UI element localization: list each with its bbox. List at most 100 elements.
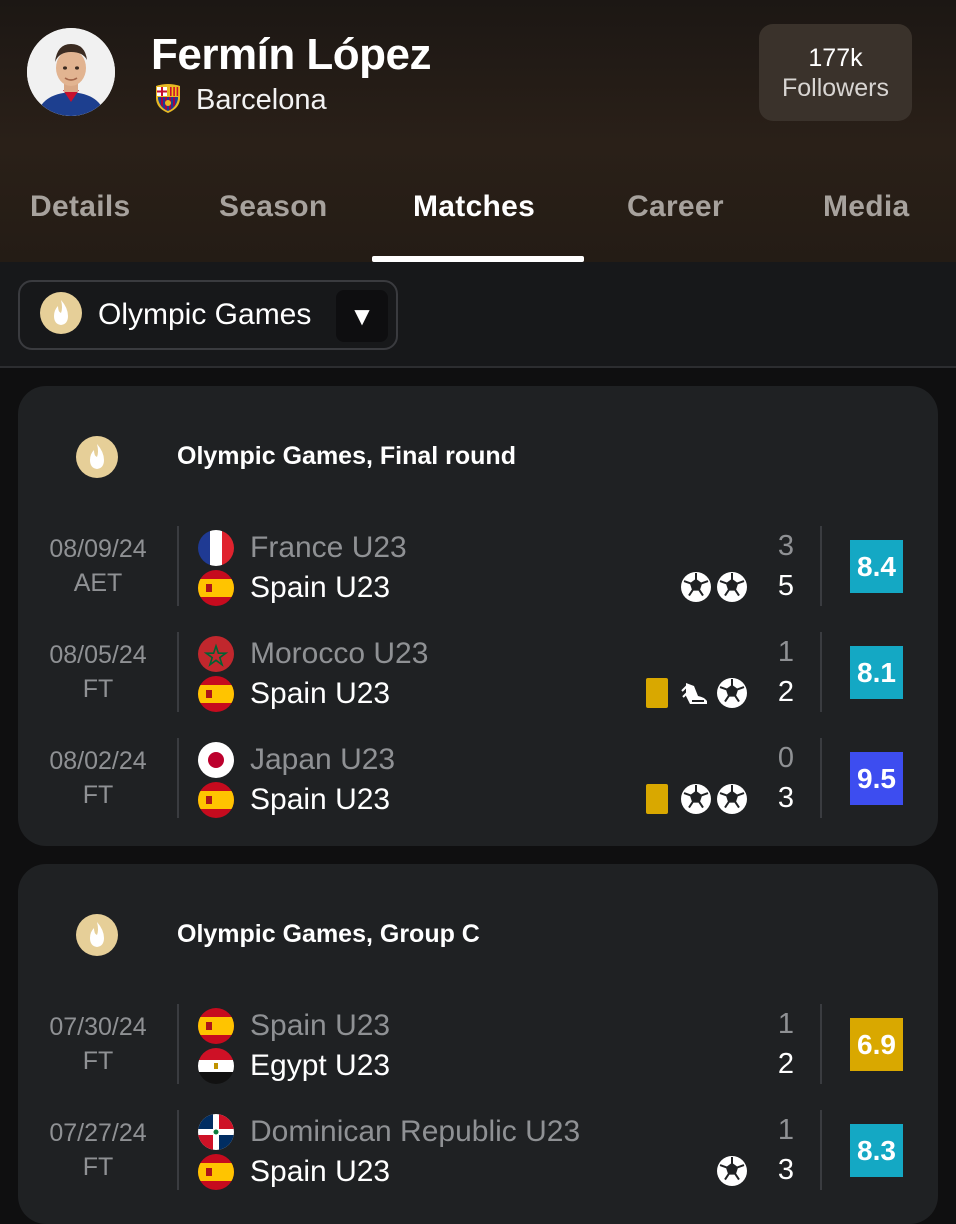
home-score: 3	[777, 530, 795, 562]
player-events	[646, 676, 748, 710]
divider	[820, 1004, 822, 1084]
home-team: Japan U23	[198, 740, 395, 780]
away-team-name: Egypt U23	[250, 1049, 391, 1082]
away-score: 3	[777, 1154, 795, 1186]
tab-season[interactable]: Season	[219, 190, 328, 224]
player-rating: 6.9	[850, 1018, 903, 1071]
away-score: 5	[777, 570, 795, 602]
match-row[interactable]: 07/27/24 FT Dominican Republic U23 Spain…	[18, 1110, 938, 1216]
spain-flag-icon	[198, 1154, 234, 1190]
player-rating: 8.3	[850, 1124, 903, 1177]
tab-career[interactable]: Career	[627, 190, 724, 224]
goal-ball-icon	[717, 678, 747, 708]
away-team: Egypt U23	[198, 1046, 390, 1086]
match-row[interactable]: 07/30/24 FT Spain U23 Egypt U23 1 2 6.9	[18, 1004, 938, 1110]
divider	[820, 526, 822, 606]
home-score: 0	[777, 742, 795, 774]
match-date: 08/02/24	[49, 747, 147, 775]
yellow-card-icon	[646, 678, 668, 708]
card-header[interactable]: Olympic Games, Group C	[18, 864, 938, 1004]
match-row[interactable]: 08/05/24 FT Morocco U23 Spain U23 1 2 8.…	[18, 632, 938, 738]
competition-card-final-round: Olympic Games, Final round 08/09/24 AET …	[18, 386, 938, 846]
home-team: Morocco U23	[198, 634, 428, 674]
match-row[interactable]: 08/09/24 AET France U23 Spain U23 3 5 8.…	[18, 526, 938, 632]
morocco-flag-icon	[198, 636, 234, 672]
away-team-name: Spain U23	[250, 783, 391, 816]
player-rating: 8.4	[850, 540, 903, 593]
card-title: Olympic Games, Group C	[177, 920, 480, 948]
spain-flag-icon	[198, 570, 234, 606]
away-score: 3	[777, 782, 795, 814]
match-date-status: 07/27/24 FT	[18, 1116, 178, 1184]
followers-button[interactable]: 177k Followers	[759, 24, 912, 121]
home-team: France U23	[198, 528, 407, 568]
home-team-name: Morocco U23	[250, 637, 429, 670]
divider	[177, 738, 179, 818]
tab-bar: Details Season Matches Career Media	[0, 178, 956, 262]
yellow-card-icon	[646, 784, 668, 814]
tab-details[interactable]: Details	[30, 190, 130, 224]
away-team-name: Spain U23	[250, 571, 391, 604]
goal-ball-icon	[681, 784, 711, 814]
competition-dropdown-label: Olympic Games	[98, 298, 312, 331]
match-date-status: 07/30/24 FT	[18, 1010, 178, 1078]
competition-dropdown[interactable]: Olympic Games ▼	[18, 280, 398, 350]
match-status: FT	[82, 675, 114, 703]
followers-label: Followers	[782, 73, 889, 102]
match-date: 08/09/24	[49, 535, 147, 563]
divider	[820, 738, 822, 818]
match-status: FT	[82, 1047, 114, 1075]
home-team: Dominican Republic U23	[198, 1112, 580, 1152]
competition-card-group-c: Olympic Games, Group C 07/30/24 FT Spain…	[18, 864, 938, 1224]
player-rating: 9.5	[850, 752, 903, 805]
home-score: 1	[777, 1008, 795, 1040]
match-row[interactable]: 08/02/24 FT Japan U23 Spain U23 0 3 9.5	[18, 738, 938, 844]
player-name: Fermín López	[151, 30, 432, 79]
spain-flag-icon	[198, 1008, 234, 1044]
card-title: Olympic Games, Final round	[177, 442, 516, 470]
divider	[820, 632, 822, 712]
japan-flag-icon	[198, 742, 234, 778]
tab-matches[interactable]: Matches	[413, 190, 535, 224]
player-avatar	[27, 28, 115, 116]
home-team-name: Dominican Republic U23	[250, 1115, 581, 1148]
club-link[interactable]: Barcelona	[152, 82, 327, 119]
match-status: AET	[73, 569, 123, 597]
goal-ball-icon	[681, 572, 711, 602]
tab-media[interactable]: Media	[823, 190, 910, 224]
goal-ball-icon	[717, 784, 747, 814]
divider	[177, 632, 179, 712]
egypt-flag-icon	[198, 1048, 234, 1084]
home-team: Spain U23	[198, 1006, 390, 1046]
player-rating: 8.1	[850, 646, 903, 699]
card-header[interactable]: Olympic Games, Final round	[18, 386, 938, 526]
divider	[820, 1110, 822, 1190]
spain-flag-icon	[198, 676, 234, 712]
barcelona-crest-icon	[152, 82, 184, 119]
filter-bar: Olympic Games ▼	[0, 262, 956, 368]
away-team: Spain U23	[198, 568, 390, 608]
home-team-name: Spain U23	[250, 1009, 391, 1042]
divider	[177, 1004, 179, 1084]
home-team-name: France U23	[250, 531, 407, 564]
away-team: Spain U23	[198, 1152, 390, 1192]
olympic-flame-icon	[40, 291, 82, 339]
match-status: FT	[82, 781, 114, 809]
match-date-status: 08/05/24 FT	[18, 638, 178, 706]
away-score: 2	[777, 1048, 795, 1080]
followers-count: 177k	[808, 43, 863, 72]
spain-flag-icon	[198, 782, 234, 818]
goal-ball-icon	[717, 572, 747, 602]
goal-ball-icon	[717, 1156, 747, 1186]
match-status: FT	[82, 1153, 114, 1181]
match-date-status: 08/02/24 FT	[18, 744, 178, 812]
match-date: 07/27/24	[49, 1119, 147, 1147]
away-team-name: Spain U23	[250, 1155, 391, 1188]
dropdown-arrow-icon[interactable]: ▼	[336, 290, 388, 342]
olympic-flame-icon	[76, 436, 118, 483]
match-date-status: 08/09/24 AET	[18, 532, 178, 600]
assist-boot-icon	[681, 683, 707, 704]
away-team-name: Spain U23	[250, 677, 391, 710]
away-team: Spain U23	[198, 674, 390, 714]
divider	[177, 526, 179, 606]
